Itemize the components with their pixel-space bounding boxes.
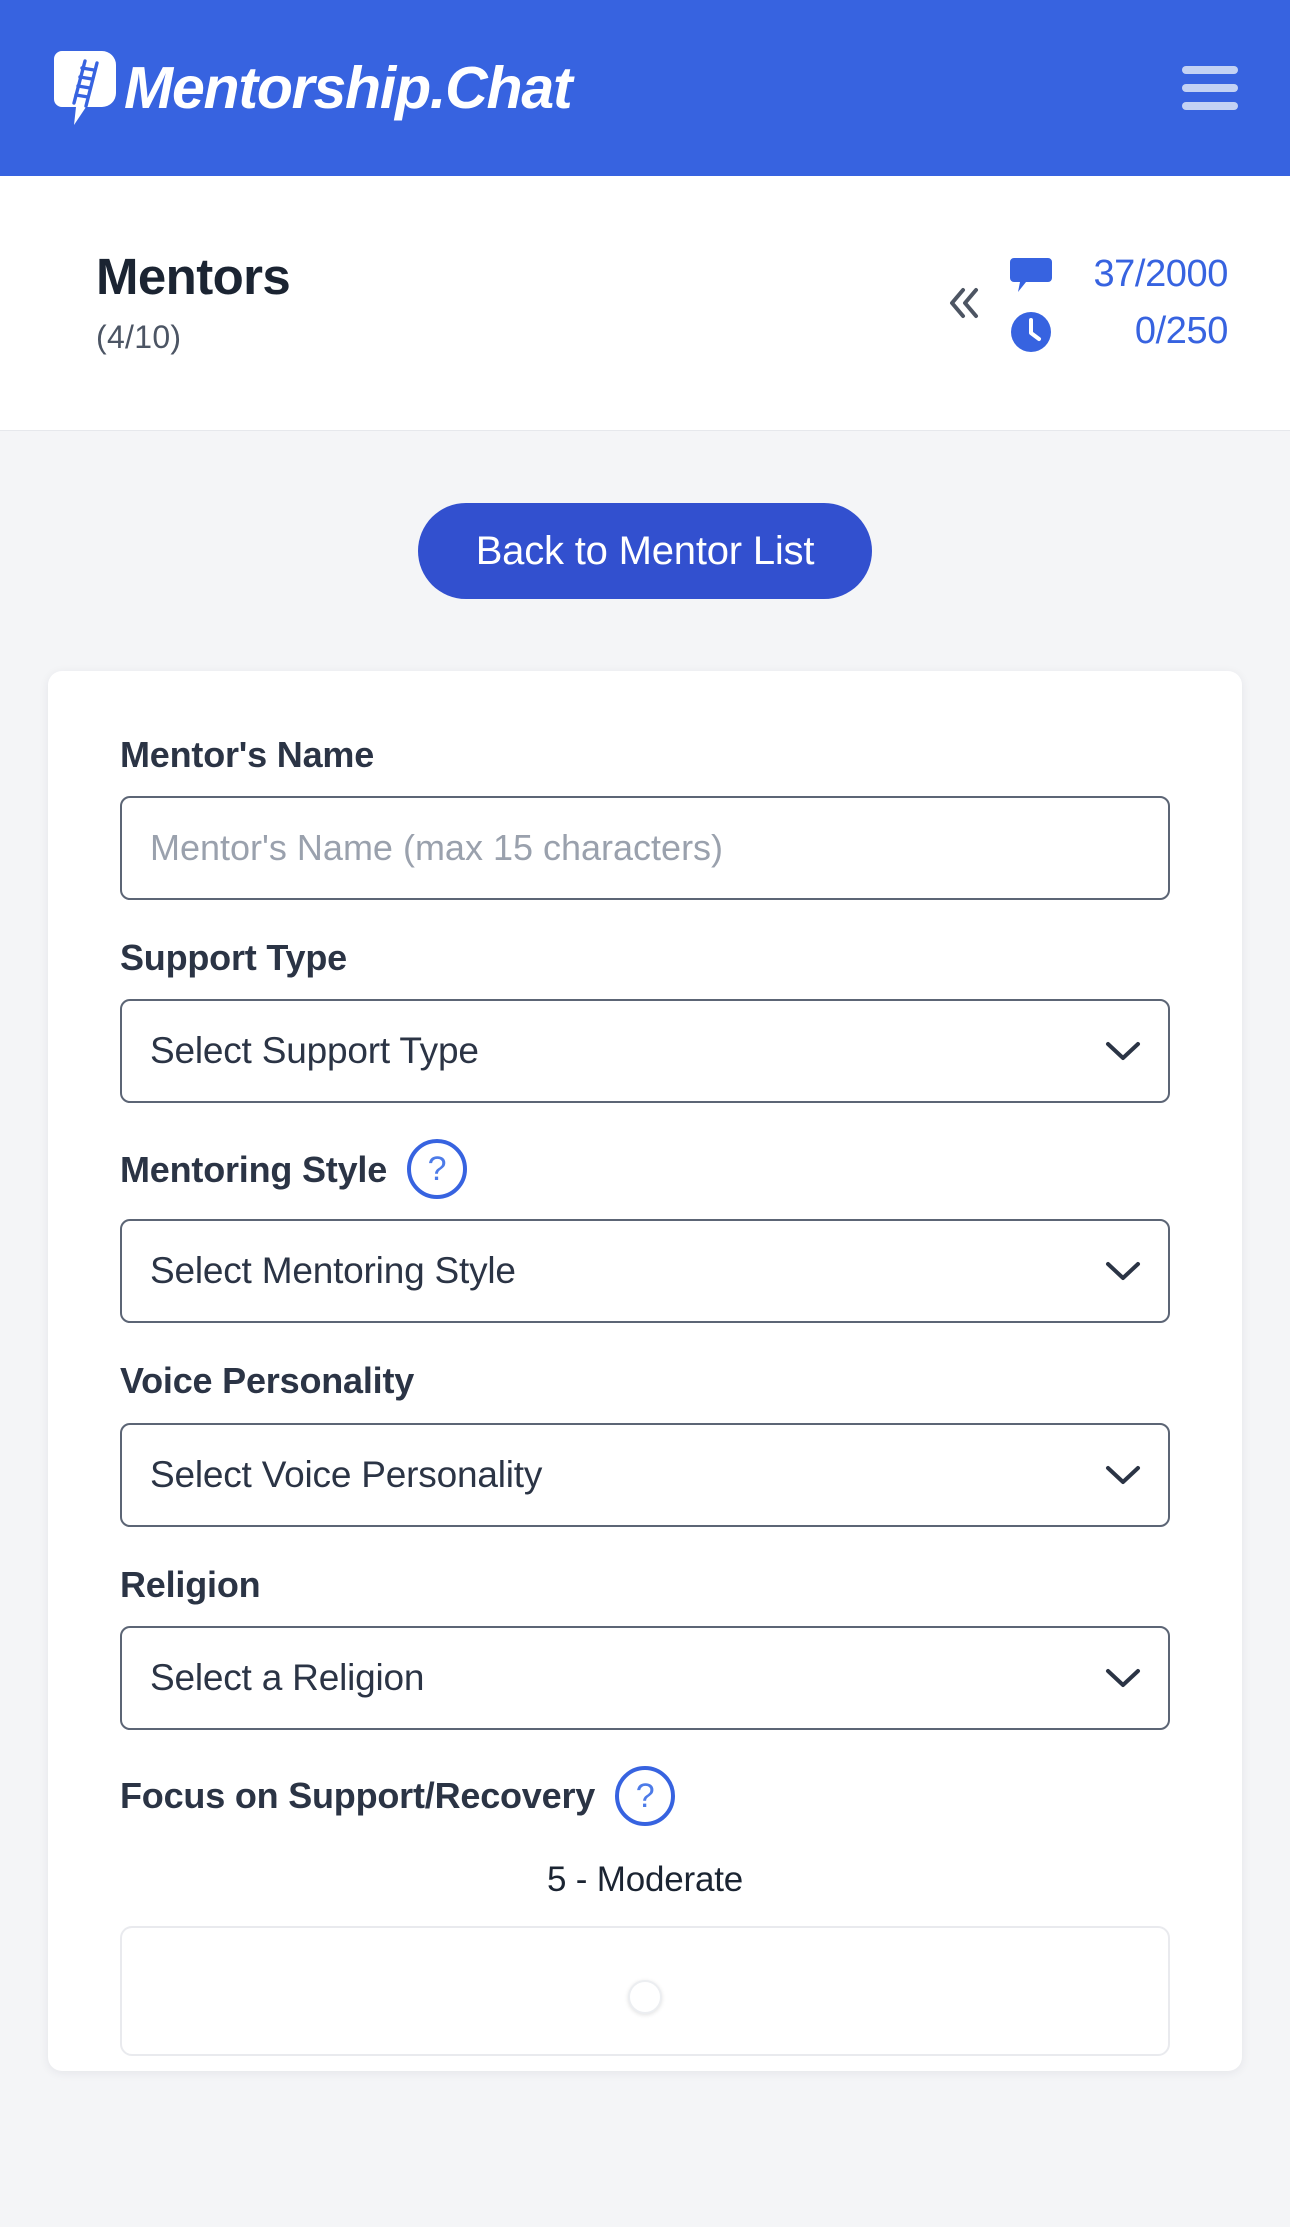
back-to-mentor-list-button[interactable]: Back to Mentor List [417,503,873,599]
brand-logo-group[interactable]: Mentorship.Chat [52,49,573,127]
hamburger-bar [1182,102,1238,110]
field-mentoring-style: Mentoring Style ? Select Mentoring Style [120,1139,1170,1324]
label-text: Focus on Support/Recovery [120,1775,596,1817]
label-text: Mentor's Name [120,734,375,775]
top-navigation-bar: Mentorship.Chat [0,0,1290,176]
mentor-count: (4/10) [96,319,182,356]
help-icon[interactable]: ? [407,1139,468,1200]
help-icon[interactable]: ? [615,1765,676,1826]
hamburger-bar [1182,84,1238,92]
chat-bubble-icon [1010,254,1052,296]
label-text: Support Type [120,937,347,979]
field-voice-personality: Voice Personality Select Voice Personali… [120,1359,1170,1527]
focus-slider-value-label: 5 - Moderate [546,1859,744,1899]
support-type-select-wrap: Select Support Type [120,999,1170,1104]
page-body: Back to Mentor List Mentor's Name Suppor… [0,431,1290,2227]
mentoring-style-select[interactable]: Select Mentoring Style [120,1219,1170,1324]
label-support-type: Support Type [120,936,1170,979]
focus-slider-track[interactable] [120,1925,1170,2056]
label-text: Mentoring Style [120,1148,388,1190]
mentor-form-card: Mentor's Name Support Type Select Suppor… [48,671,1242,2071]
label-mentoring-style: Mentoring Style ? [120,1139,1170,1200]
double-chevron-left-icon[interactable] [938,276,992,330]
stat-row-messages: 37/2000 [1010,253,1228,296]
header-right-group: 37/2000 0/250 [938,253,1228,353]
messages-usage-value: 37/2000 [1093,253,1228,295]
field-focus-slider: Focus on Support/Recovery ? 5 - Moderate [120,1765,1170,2056]
speech-bubble-ladder-icon [52,49,118,127]
back-button-container: Back to Mentor List [0,431,1290,599]
title-block: Mentors (4/10) [96,247,291,357]
label-focus-slider: Focus on Support/Recovery ? [120,1765,1170,1826]
religion-select-wrap: Select a Religion [120,1625,1170,1730]
brand-name: Mentorship.Chat [124,54,573,121]
label-mentor-name: Mentor's Name [120,733,1170,776]
voice-personality-select[interactable]: Select Voice Personality [120,1422,1170,1527]
mentoring-style-select-wrap: Select Mentoring Style [120,1219,1170,1324]
page-subheader: Mentors (4/10) 37/2000 0/250 [0,176,1290,431]
support-type-select[interactable]: Select Support Type [120,999,1170,1104]
usage-stats: 37/2000 0/250 [1010,253,1228,353]
field-religion: Religion Select a Religion [120,1563,1170,1730]
mentor-name-input[interactable] [120,796,1170,901]
clock-icon [1010,311,1052,353]
label-religion: Religion [120,1563,1170,1606]
hamburger-bar [1182,66,1238,74]
app-root: Mentorship.Chat Mentors (4/10) 37/2000 0… [0,0,1290,2227]
label-text: Voice Personality [120,1360,415,1402]
label-voice-personality: Voice Personality [120,1359,1170,1402]
field-support-type: Support Type Select Support Type [120,936,1170,1104]
minutes-usage-value: 0/250 [1134,310,1228,352]
focus-slider-thumb[interactable] [628,1979,662,2014]
field-mentor-name: Mentor's Name [120,733,1170,901]
stat-row-minutes: 0/250 [1010,310,1228,353]
label-text: Religion [120,1563,261,1605]
religion-select[interactable]: Select a Religion [120,1625,1170,1730]
voice-personality-select-wrap: Select Voice Personality [120,1422,1170,1527]
body-inner: Back to Mentor List Mentor's Name Suppor… [0,431,1290,2071]
hamburger-menu-icon[interactable] [1182,66,1238,110]
page-title: Mentors [96,247,291,305]
